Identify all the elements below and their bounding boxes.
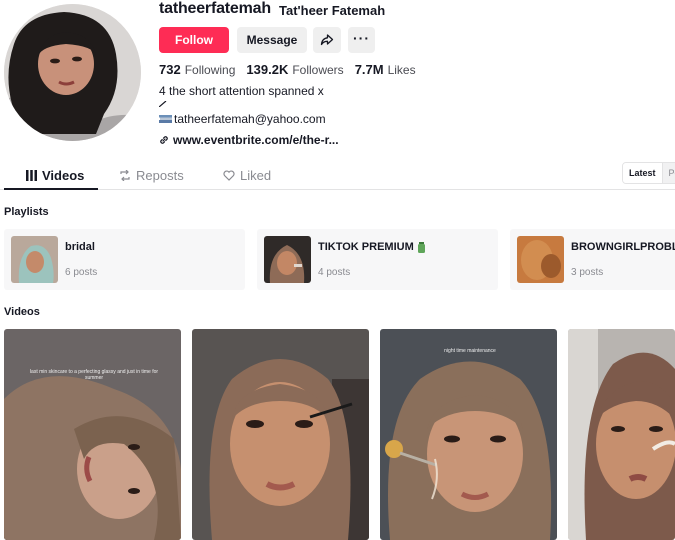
stat-value: 732 — [159, 62, 181, 77]
video-thumbnail-image — [4, 329, 181, 540]
grid-icon — [26, 170, 37, 181]
bio-email-line: tatheerfatemah@yahoo.com — [159, 112, 326, 126]
playlist-thumbnail — [11, 236, 58, 283]
playlist-card[interactable]: TIKTOK PREMIUM 4 posts — [257, 229, 498, 290]
tab-videos[interactable]: Videos — [26, 168, 84, 183]
playlist-name: bridal — [65, 241, 95, 253]
heart-lock-icon — [223, 170, 235, 181]
video-thumbnail-image — [568, 329, 675, 540]
stat-value: 139.2K — [246, 62, 289, 77]
profile-nickname: Tat'heer Fatemah — [279, 3, 386, 18]
share-icon — [320, 34, 334, 46]
bio-text: 4 the short attention spanned x — [159, 84, 324, 98]
profile-username: tatheerfatemah — [159, 0, 271, 17]
stat-label: Following — [184, 63, 236, 77]
tab-label: Reposts — [136, 168, 184, 183]
playlist-card[interactable]: BROWNGIRLPROBLE 3 posts — [510, 229, 675, 290]
pen-icon — [159, 101, 167, 107]
stat-value: 7.7M — [354, 62, 384, 77]
video-caption: night time maintenance — [444, 348, 496, 354]
video-thumbnail[interactable] — [568, 329, 675, 540]
more-options-button[interactable]: ··· — [348, 27, 375, 53]
playlist-count: 4 posts — [318, 267, 351, 278]
playlist-thumbnail — [517, 236, 564, 283]
repost-icon — [119, 170, 131, 181]
jar-emoji-icon — [417, 241, 425, 253]
link-icon — [159, 135, 169, 145]
profile-stats: 732 Following 139.2K Followers 7.7M Like… — [159, 62, 427, 77]
sort-toggle: Latest Po — [622, 162, 675, 184]
playlist-name: BROWNGIRLPROBLE — [571, 241, 675, 253]
playlist-count: 3 posts — [571, 267, 604, 278]
bio-link[interactable]: www.eventbrite.com/e/the-r... — [159, 133, 339, 147]
playlist-thumbnail — [264, 236, 311, 283]
books-emoji-icon — [159, 115, 172, 123]
video-thumbnail-image — [192, 329, 369, 540]
sort-popular-button[interactable]: Po — [662, 163, 675, 183]
avatar-image — [4, 4, 141, 141]
tab-label: Liked — [240, 168, 272, 183]
bio-email: tatheerfatemah@yahoo.com — [174, 112, 326, 126]
share-button[interactable] — [313, 27, 341, 53]
tab-label: Videos — [42, 168, 85, 183]
playlist-count: 6 posts — [65, 267, 98, 278]
playlist-card[interactable]: bridal 6 posts — [4, 229, 245, 290]
video-thumbnail-image — [380, 329, 557, 540]
stat-label: Followers — [292, 63, 344, 77]
video-caption: last min skincare to a perfecting glassy… — [29, 369, 159, 381]
stat-following[interactable]: 732 Following — [159, 62, 235, 77]
video-thumbnail[interactable]: night time maintenance — [380, 329, 557, 540]
stat-followers[interactable]: 139.2K Followers — [246, 62, 343, 77]
video-thumbnail[interactable] — [192, 329, 369, 540]
active-tab-indicator — [4, 188, 98, 190]
playlist-name: TIKTOK PREMIUM — [318, 241, 426, 253]
message-button[interactable]: Message — [237, 27, 307, 53]
stat-label: Likes — [387, 63, 416, 77]
bio-link-text: www.eventbrite.com/e/the-r... — [173, 133, 339, 147]
follow-button[interactable]: Follow — [159, 27, 229, 53]
tab-liked[interactable]: Liked — [223, 168, 271, 183]
profile-tabs: Videos Reposts Liked — [0, 160, 675, 190]
profile-avatar[interactable] — [4, 4, 141, 141]
video-thumbnail[interactable]: last min skincare to a perfecting glassy… — [4, 329, 181, 540]
playlists-heading: Playlists — [4, 206, 49, 218]
videos-heading: Videos — [4, 306, 40, 318]
stat-likes: 7.7M Likes — [355, 62, 416, 77]
sort-latest-button[interactable]: Latest — [623, 163, 663, 183]
tab-reposts[interactable]: Reposts — [119, 168, 184, 183]
